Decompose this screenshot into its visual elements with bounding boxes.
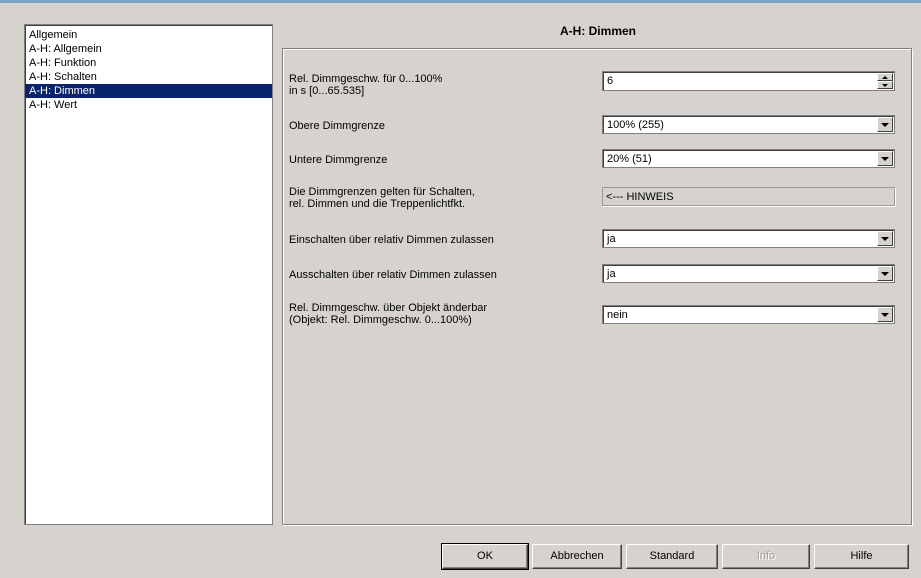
- sidebar-item-ah-dimmen[interactable]: A-H: Dimmen: [25, 84, 272, 98]
- help-button[interactable]: Hilfe: [814, 544, 909, 569]
- window-top-border: [0, 0, 921, 3]
- select-value: ja: [607, 268, 616, 280]
- param-label-line1: Die Dimmgrenzen gelten für Schalten,: [289, 186, 475, 198]
- select-value: ja: [607, 233, 616, 245]
- param-label: Die Dimmgrenzen gelten für Schalten, rel…: [289, 186, 589, 210]
- param-label: Einschalten über relativ Dimmen zulassen: [289, 234, 494, 246]
- sidebar-item-ah-allgemein[interactable]: A-H: Allgemein: [25, 42, 272, 56]
- objekt-aenderbar-select[interactable]: nein: [602, 305, 895, 324]
- untere-dimmgrenze-select[interactable]: 20% (51): [602, 149, 895, 168]
- dropdown-button[interactable]: [877, 151, 893, 166]
- param-label: Obere Dimmgrenze: [289, 120, 385, 132]
- param-label-line2: in s [0...65.535]: [289, 85, 365, 97]
- cancel-button[interactable]: Abbrechen: [532, 544, 622, 569]
- arrow-up-icon: [882, 75, 888, 79]
- dropdown-button[interactable]: [877, 307, 893, 322]
- param-row-einschalten: Einschalten über relativ Dimmen zulassen…: [289, 229, 909, 251]
- info-button[interactable]: Info: [722, 544, 810, 569]
- parameter-tree[interactable]: Allgemein A-H: Allgemein A-H: Funktion A…: [24, 24, 273, 525]
- param-label-line1: Rel. Dimmgeschw. für 0...100%: [289, 73, 443, 85]
- dimmgeschw-spinner[interactable]: 6: [602, 71, 895, 91]
- spin-up-button[interactable]: [877, 73, 893, 81]
- param-row-hinweis: Die Dimmgrenzen gelten für Schalten, rel…: [289, 185, 909, 215]
- param-label-line2: rel. Dimmen und die Treppenlichtfkt.: [289, 198, 466, 210]
- param-row-objekt-aenderbar: Rel. Dimmgeschw. über Objekt änderbar (O…: [289, 302, 909, 332]
- param-label-line1: Rel. Dimmgeschw. über Objekt änderbar: [289, 302, 488, 314]
- dropdown-button[interactable]: [877, 231, 893, 246]
- param-label: Untere Dimmgrenze: [289, 154, 388, 166]
- sidebar-item-ah-funktion[interactable]: A-H: Funktion: [25, 56, 272, 70]
- sidebar-item-ah-schalten[interactable]: A-H: Schalten: [25, 70, 272, 84]
- sidebar-item-ah-wert[interactable]: A-H: Wert: [25, 98, 272, 112]
- hinweis-value: <--- HINWEIS: [606, 191, 674, 203]
- param-row-dimmgeschw: Rel. Dimmgeschw. für 0...100% in s [0...…: [289, 70, 909, 100]
- chevron-down-icon: [881, 156, 889, 161]
- select-value: nein: [607, 309, 628, 321]
- param-row-ausschalten: Ausschalten über relativ Dimmen zulassen…: [289, 264, 909, 286]
- hinweis-field: <--- HINWEIS: [602, 187, 895, 206]
- param-label: Rel. Dimmgeschw. über Objekt änderbar (O…: [289, 302, 589, 326]
- param-label: Rel. Dimmgeschw. für 0...100% in s [0...…: [289, 73, 589, 97]
- arrow-down-icon: [882, 83, 888, 87]
- ausschalten-select[interactable]: ja: [602, 264, 895, 283]
- chevron-down-icon: [881, 236, 889, 241]
- einschalten-select[interactable]: ja: [602, 229, 895, 248]
- select-value: 20% (51): [607, 153, 652, 165]
- dropdown-button[interactable]: [877, 266, 893, 281]
- standard-button[interactable]: Standard: [626, 544, 718, 569]
- dropdown-button[interactable]: [877, 117, 893, 132]
- param-row-obere-dimmgrenze: Obere Dimmgrenze 100% (255): [289, 115, 909, 137]
- ok-button[interactable]: OK: [441, 543, 529, 570]
- page-title: A-H: Dimmen: [559, 24, 636, 38]
- chevron-down-icon: [881, 312, 889, 317]
- param-label: Ausschalten über relativ Dimmen zulassen: [289, 269, 497, 281]
- sidebar-item-allgemein[interactable]: Allgemein: [25, 28, 272, 42]
- spinner-value: 6: [607, 75, 614, 87]
- select-value: 100% (255): [607, 119, 664, 131]
- param-label-line2: (Objekt: Rel. Dimmgeschw. 0...100%): [289, 314, 472, 326]
- chevron-down-icon: [881, 122, 889, 127]
- spin-down-button[interactable]: [877, 81, 893, 89]
- param-row-untere-dimmgrenze: Untere Dimmgrenze 20% (51): [289, 149, 909, 171]
- chevron-down-icon: [881, 271, 889, 276]
- obere-dimmgrenze-select[interactable]: 100% (255): [602, 115, 895, 134]
